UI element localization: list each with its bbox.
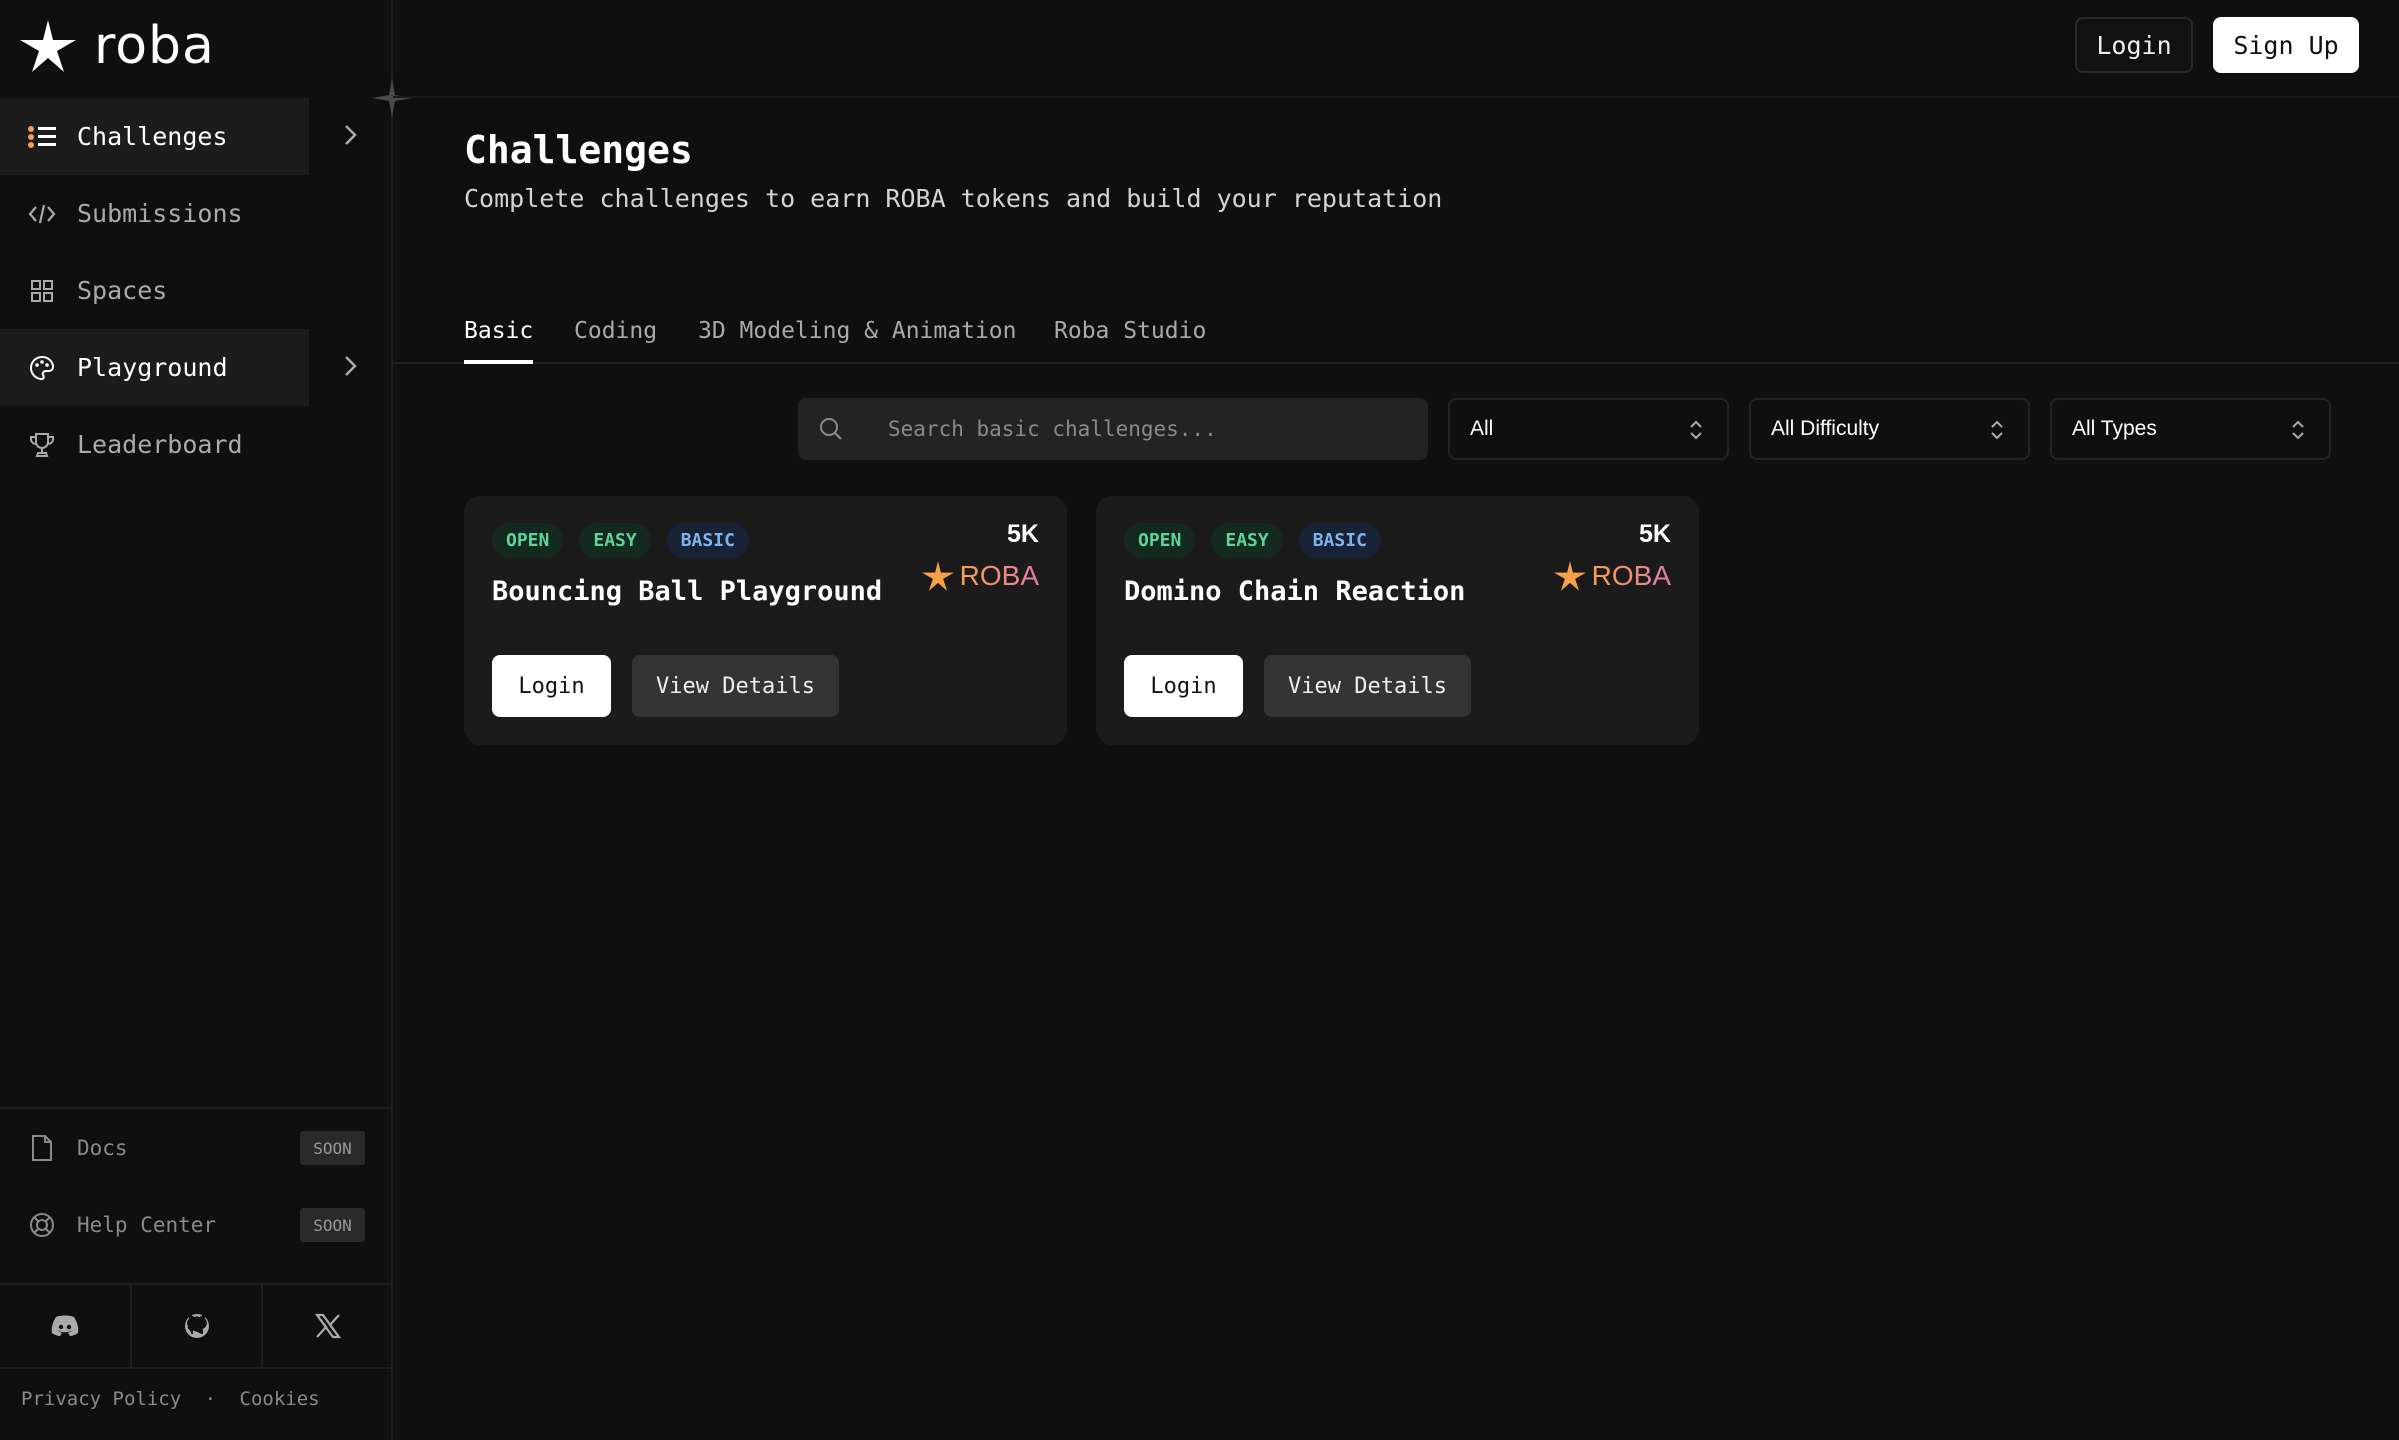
sidebar-item-challenges[interactable]: Challenges [0,98,393,175]
chevron-up-down-icon [1690,420,1702,440]
sidebar-item-playground[interactable]: Playground [0,329,393,406]
difficulty-badge: EASY [579,523,651,558]
search-bar [798,398,1428,460]
list-icon [27,122,57,152]
sidebar-resources: Docs SOON Help Center SOON [0,1107,393,1263]
reward-token-label: ROBA [1591,560,1671,591]
difficulty-filter-value: All Difficulty [1771,417,1880,440]
reward-amount: 5K [1639,520,1671,548]
tab-basic[interactable]: Basic [464,318,534,364]
challenge-card[interactable]: OPEN EASY BASIC Domino Chain Reaction 5K… [1096,496,1699,745]
page-title: Challenges [464,128,693,172]
footer-separator: · [204,1388,217,1410]
x-link[interactable] [263,1285,393,1367]
search-icon [818,414,848,444]
github-link[interactable] [132,1285,264,1367]
type-filter-value: All Types [2072,417,2157,440]
card-login-button[interactable]: Login [492,655,611,717]
sidebar-item-label: Submissions [77,199,243,228]
challenge-card[interactable]: OPEN EASY BASIC Bouncing Ball Playground… [464,496,1067,745]
page-subtitle: Complete challenges to earn ROBA tokens … [464,184,1443,213]
sidebar-item-help-center[interactable]: Help Center SOON [0,1186,393,1263]
status-badge: OPEN [1124,523,1196,558]
category-badge: BASIC [666,523,749,558]
code-icon [27,199,57,229]
view-details-button[interactable]: View Details [1264,655,1471,717]
tab-3d-modeling[interactable]: 3D Modeling & Animation [698,318,1017,364]
category-badge: BASIC [1298,523,1381,558]
grid-icon [27,276,57,306]
lifebuoy-icon [27,1210,57,1240]
chevron-up-down-icon [2292,420,2304,440]
cookies-link[interactable]: Cookies [240,1388,320,1410]
chevron-up-down-icon [1991,420,2003,440]
x-icon [315,1313,342,1339]
legal-links: Privacy Policy · Cookies [21,1388,320,1410]
status-badge: OPEN [492,523,564,558]
sign-up-button[interactable]: Sign Up [2213,17,2359,73]
login-button[interactable]: Login [2075,17,2193,73]
trophy-icon [27,430,57,460]
reward-token: ROBA [921,560,1039,592]
sidebar-item-label: Spaces [77,276,168,305]
sidebar-nav: Challenges Submissions Spaces Playground [0,98,393,483]
chevron-right-icon[interactable] [340,120,362,150]
card-login-button[interactable]: Login [1124,655,1243,717]
palette-icon [27,353,57,383]
help-center-label: Help Center [77,1212,217,1237]
sidebar: roba Challenges Submissions Spaces Playg… [0,0,412,1440]
sidebar-item-spaces[interactable]: Spaces [0,252,393,329]
search-input[interactable] [888,417,1388,441]
reward-token: ROBA [1553,560,1671,592]
sidebar-item-label: Leaderboard [77,430,243,459]
status-filter-value: All [1470,417,1494,440]
privacy-policy-link[interactable]: Privacy Policy [21,1388,181,1410]
roba-token-icon [1553,561,1586,591]
challenge-title: Bouncing Ball Playground [492,576,883,607]
github-icon [184,1314,209,1338]
type-filter-select[interactable]: All Types [2050,398,2331,460]
sidebar-item-docs[interactable]: Docs SOON [0,1109,393,1186]
badge-group: OPEN EASY BASIC [1124,523,1381,558]
brand-name: roba [94,16,215,76]
sidebar-item-submissions[interactable]: Submissions [0,175,393,252]
sidebar-item-label: Challenges [77,122,228,151]
view-details-button[interactable]: View Details [632,655,839,717]
brand-logo[interactable]: roba [20,18,215,74]
difficulty-filter-select[interactable]: All Difficulty [1749,398,2030,460]
sidebar-item-label: Playground [77,353,228,382]
discord-link[interactable] [0,1285,132,1367]
soon-badge: SOON [300,1131,365,1165]
status-filter-select[interactable]: All [1448,398,1729,460]
reward-token-label: ROBA [959,560,1039,591]
tab-coding[interactable]: Coding [574,318,657,364]
difficulty-badge: EASY [1211,523,1283,558]
sidebar-item-leaderboard[interactable]: Leaderboard [0,406,393,483]
docs-label: Docs [77,1135,128,1160]
tab-roba-studio[interactable]: Roba Studio [1054,318,1206,364]
roba-token-icon [921,561,954,591]
reward-amount: 5K [1007,520,1039,548]
category-tabs: Basic Coding 3D Modeling & Animation Rob… [393,310,2399,364]
social-links [0,1283,393,1369]
roba-star-icon [20,20,76,72]
challenge-title: Domino Chain Reaction [1124,576,1466,607]
document-icon [27,1133,57,1163]
discord-icon [51,1315,79,1336]
chevron-right-icon[interactable] [340,351,362,381]
badge-group: OPEN EASY BASIC [492,523,749,558]
soon-badge: SOON [300,1208,365,1242]
